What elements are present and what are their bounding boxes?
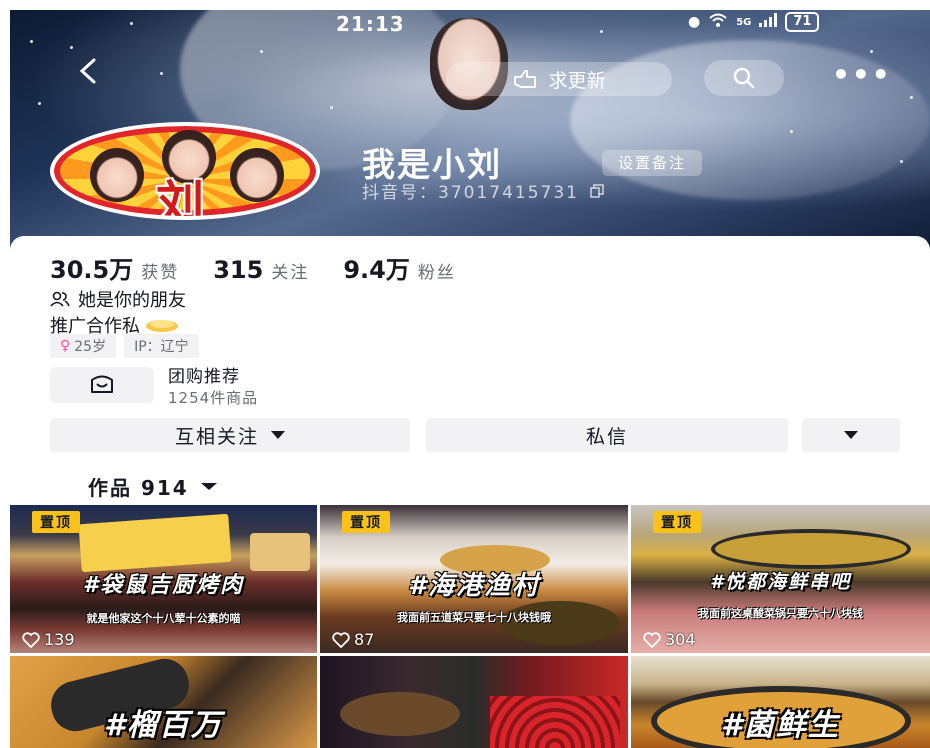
- copy-icon: [590, 184, 605, 198]
- thumb-point-icon: [514, 70, 537, 88]
- tab-works[interactable]: 作品 914: [88, 472, 217, 501]
- video-thumbnail[interactable]: 置顶 #海港渔村 我面前五道菜只要七十八块钱哦 87: [320, 505, 628, 653]
- profile-stats: 30.5万 获赞 315 关注 9.4万 粉丝: [50, 250, 490, 285]
- video-likes: 139: [22, 630, 75, 649]
- pinned-badge: 置顶: [653, 511, 701, 533]
- signal-icon: [759, 13, 778, 31]
- request-update-button[interactable]: 求更新: [446, 62, 672, 96]
- pinned-badge: 置顶: [32, 511, 80, 533]
- chevron-down-icon: [200, 483, 217, 490]
- video-thumbnail[interactable]: #菌鲜生: [631, 656, 930, 748]
- video-thumbnail[interactable]: 置顶 #袋鼠吉厨烤肉 就是他家这个十八荤十公素的喵 139: [10, 505, 317, 653]
- age-tag: ♀ 25岁: [50, 334, 117, 358]
- avatar-face-right: [230, 148, 284, 202]
- request-update-label: 求更新: [548, 69, 606, 92]
- message-button[interactable]: 私信: [426, 418, 788, 452]
- chevron-down-icon: [271, 431, 285, 439]
- mutual-follow-label: 互相关注: [174, 425, 259, 448]
- video-title: #菌鲜生: [721, 708, 840, 743]
- following-label: 关注: [271, 263, 310, 283]
- status-time: 21:13: [336, 12, 405, 36]
- search-icon: [733, 67, 755, 89]
- followers-count[interactable]: 9.4万: [343, 250, 410, 285]
- search-button[interactable]: [704, 60, 784, 96]
- heart-icon: [22, 631, 40, 648]
- video-cover-pot: [711, 529, 911, 569]
- video-cover-food: [250, 533, 310, 571]
- video-subtitle: 我面前这桌酸菜锅只要六十八块钱: [698, 607, 863, 620]
- friend-relation: 她是你的朋友: [50, 286, 186, 312]
- back-button[interactable]: [76, 56, 112, 96]
- video-title: #海港渔村: [407, 571, 541, 601]
- battery-icon: 71: [785, 12, 820, 32]
- video-thumbnail[interactable]: [320, 656, 628, 748]
- mutual-follow-button[interactable]: 互相关注: [50, 418, 410, 452]
- video-thumbnail[interactable]: 置顶 #悦都海鲜串吧 我面前这桌酸菜锅只要六十八块钱 304: [631, 505, 930, 653]
- douyin-id[interactable]: 抖音号：37017415731: [362, 178, 605, 203]
- wifi-icon: [708, 12, 728, 32]
- avatar-face-left: [90, 148, 144, 202]
- group-buy-subtitle: 1254件商品: [168, 389, 259, 407]
- avatar-logo-text: 刘: [156, 176, 205, 220]
- likes-count[interactable]: 30.5万: [50, 250, 133, 285]
- profile-tags: ♀ 25岁 IP：辽宁: [50, 334, 199, 358]
- ip-tag: IP：辽宁: [124, 334, 199, 358]
- video-likes-count: 139: [44, 630, 75, 649]
- avatar[interactable]: 刘: [50, 122, 320, 220]
- video-cover-cups: [490, 696, 620, 748]
- video-likes-count: 304: [665, 630, 696, 649]
- group-buy-title: 团购推荐: [168, 367, 240, 387]
- set-remark-button[interactable]: 设置备注: [602, 150, 703, 176]
- tab-works-label: 作品 914: [88, 476, 189, 500]
- group-buy-icon: [50, 367, 154, 403]
- message-label: 私信: [585, 425, 628, 448]
- heart-icon: [643, 631, 661, 648]
- video-title: #袋鼠吉厨烤肉: [82, 573, 245, 598]
- followers-label: 粉丝: [417, 263, 456, 283]
- pinned-badge: 置顶: [342, 511, 390, 533]
- friend-relation-text: 她是你的朋友: [78, 290, 186, 311]
- status-icons: ● 5G 71: [688, 12, 820, 32]
- more-dots-icon: •••: [832, 58, 892, 91]
- video-thumbnail[interactable]: #榴百万: [10, 656, 317, 748]
- friends-icon: [50, 291, 70, 307]
- more-options-button[interactable]: [802, 418, 900, 452]
- heart-icon: [332, 631, 350, 648]
- location-icon: ●: [688, 14, 701, 30]
- group-buy-text: 团购推荐 1254件商品: [168, 362, 258, 408]
- video-title: #悦都海鲜串吧: [709, 571, 852, 593]
- more-button[interactable]: •••: [832, 58, 892, 91]
- chevron-down-icon: [844, 431, 858, 439]
- video-cover-dish: [340, 692, 460, 736]
- age-tag-text: 25岁: [74, 339, 107, 355]
- network-label: 5G: [736, 16, 752, 28]
- group-buy-entry[interactable]: 团购推荐 1254件商品: [50, 362, 258, 408]
- video-likes: 304: [643, 630, 696, 649]
- back-arrow-icon: [79, 58, 96, 84]
- following-count[interactable]: 315: [213, 256, 263, 284]
- video-likes-count: 87: [354, 630, 375, 649]
- female-icon: ♀: [60, 338, 71, 354]
- likes-label: 获赞: [141, 263, 180, 283]
- video-likes: 87: [332, 630, 374, 649]
- video-cover-box: [78, 513, 232, 573]
- video-subtitle: 我面前五道菜只要七十八块钱哦: [397, 611, 551, 624]
- gold-coin-emoji-icon: [146, 320, 178, 332]
- video-title: #榴百万: [104, 708, 223, 743]
- douyin-id-text: 抖音号：37017415731: [362, 183, 579, 203]
- video-subtitle: 就是他家这个十八荤十公素的喵: [86, 612, 241, 625]
